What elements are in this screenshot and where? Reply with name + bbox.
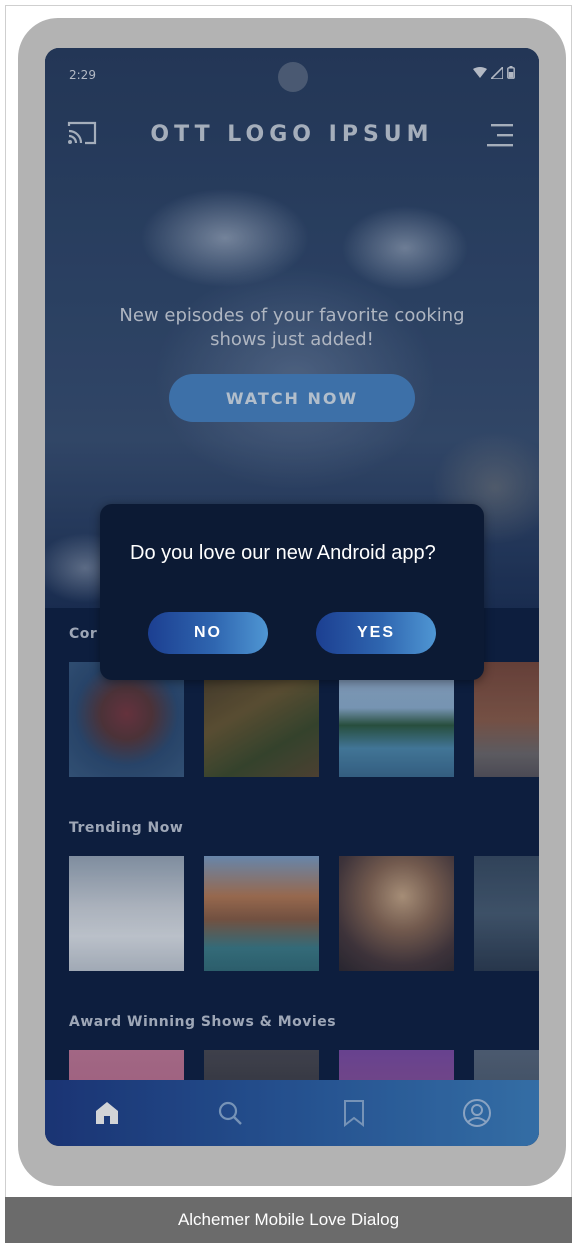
no-button[interactable]: NO <box>148 612 268 654</box>
caption-bar: Alchemer Mobile Love Dialog <box>5 1197 572 1243</box>
yes-button[interactable]: YES <box>316 612 436 654</box>
love-dialog: Do you love our new Android app? NO YES <box>100 504 484 680</box>
dialog-question: Do you love our new Android app? <box>130 542 436 564</box>
